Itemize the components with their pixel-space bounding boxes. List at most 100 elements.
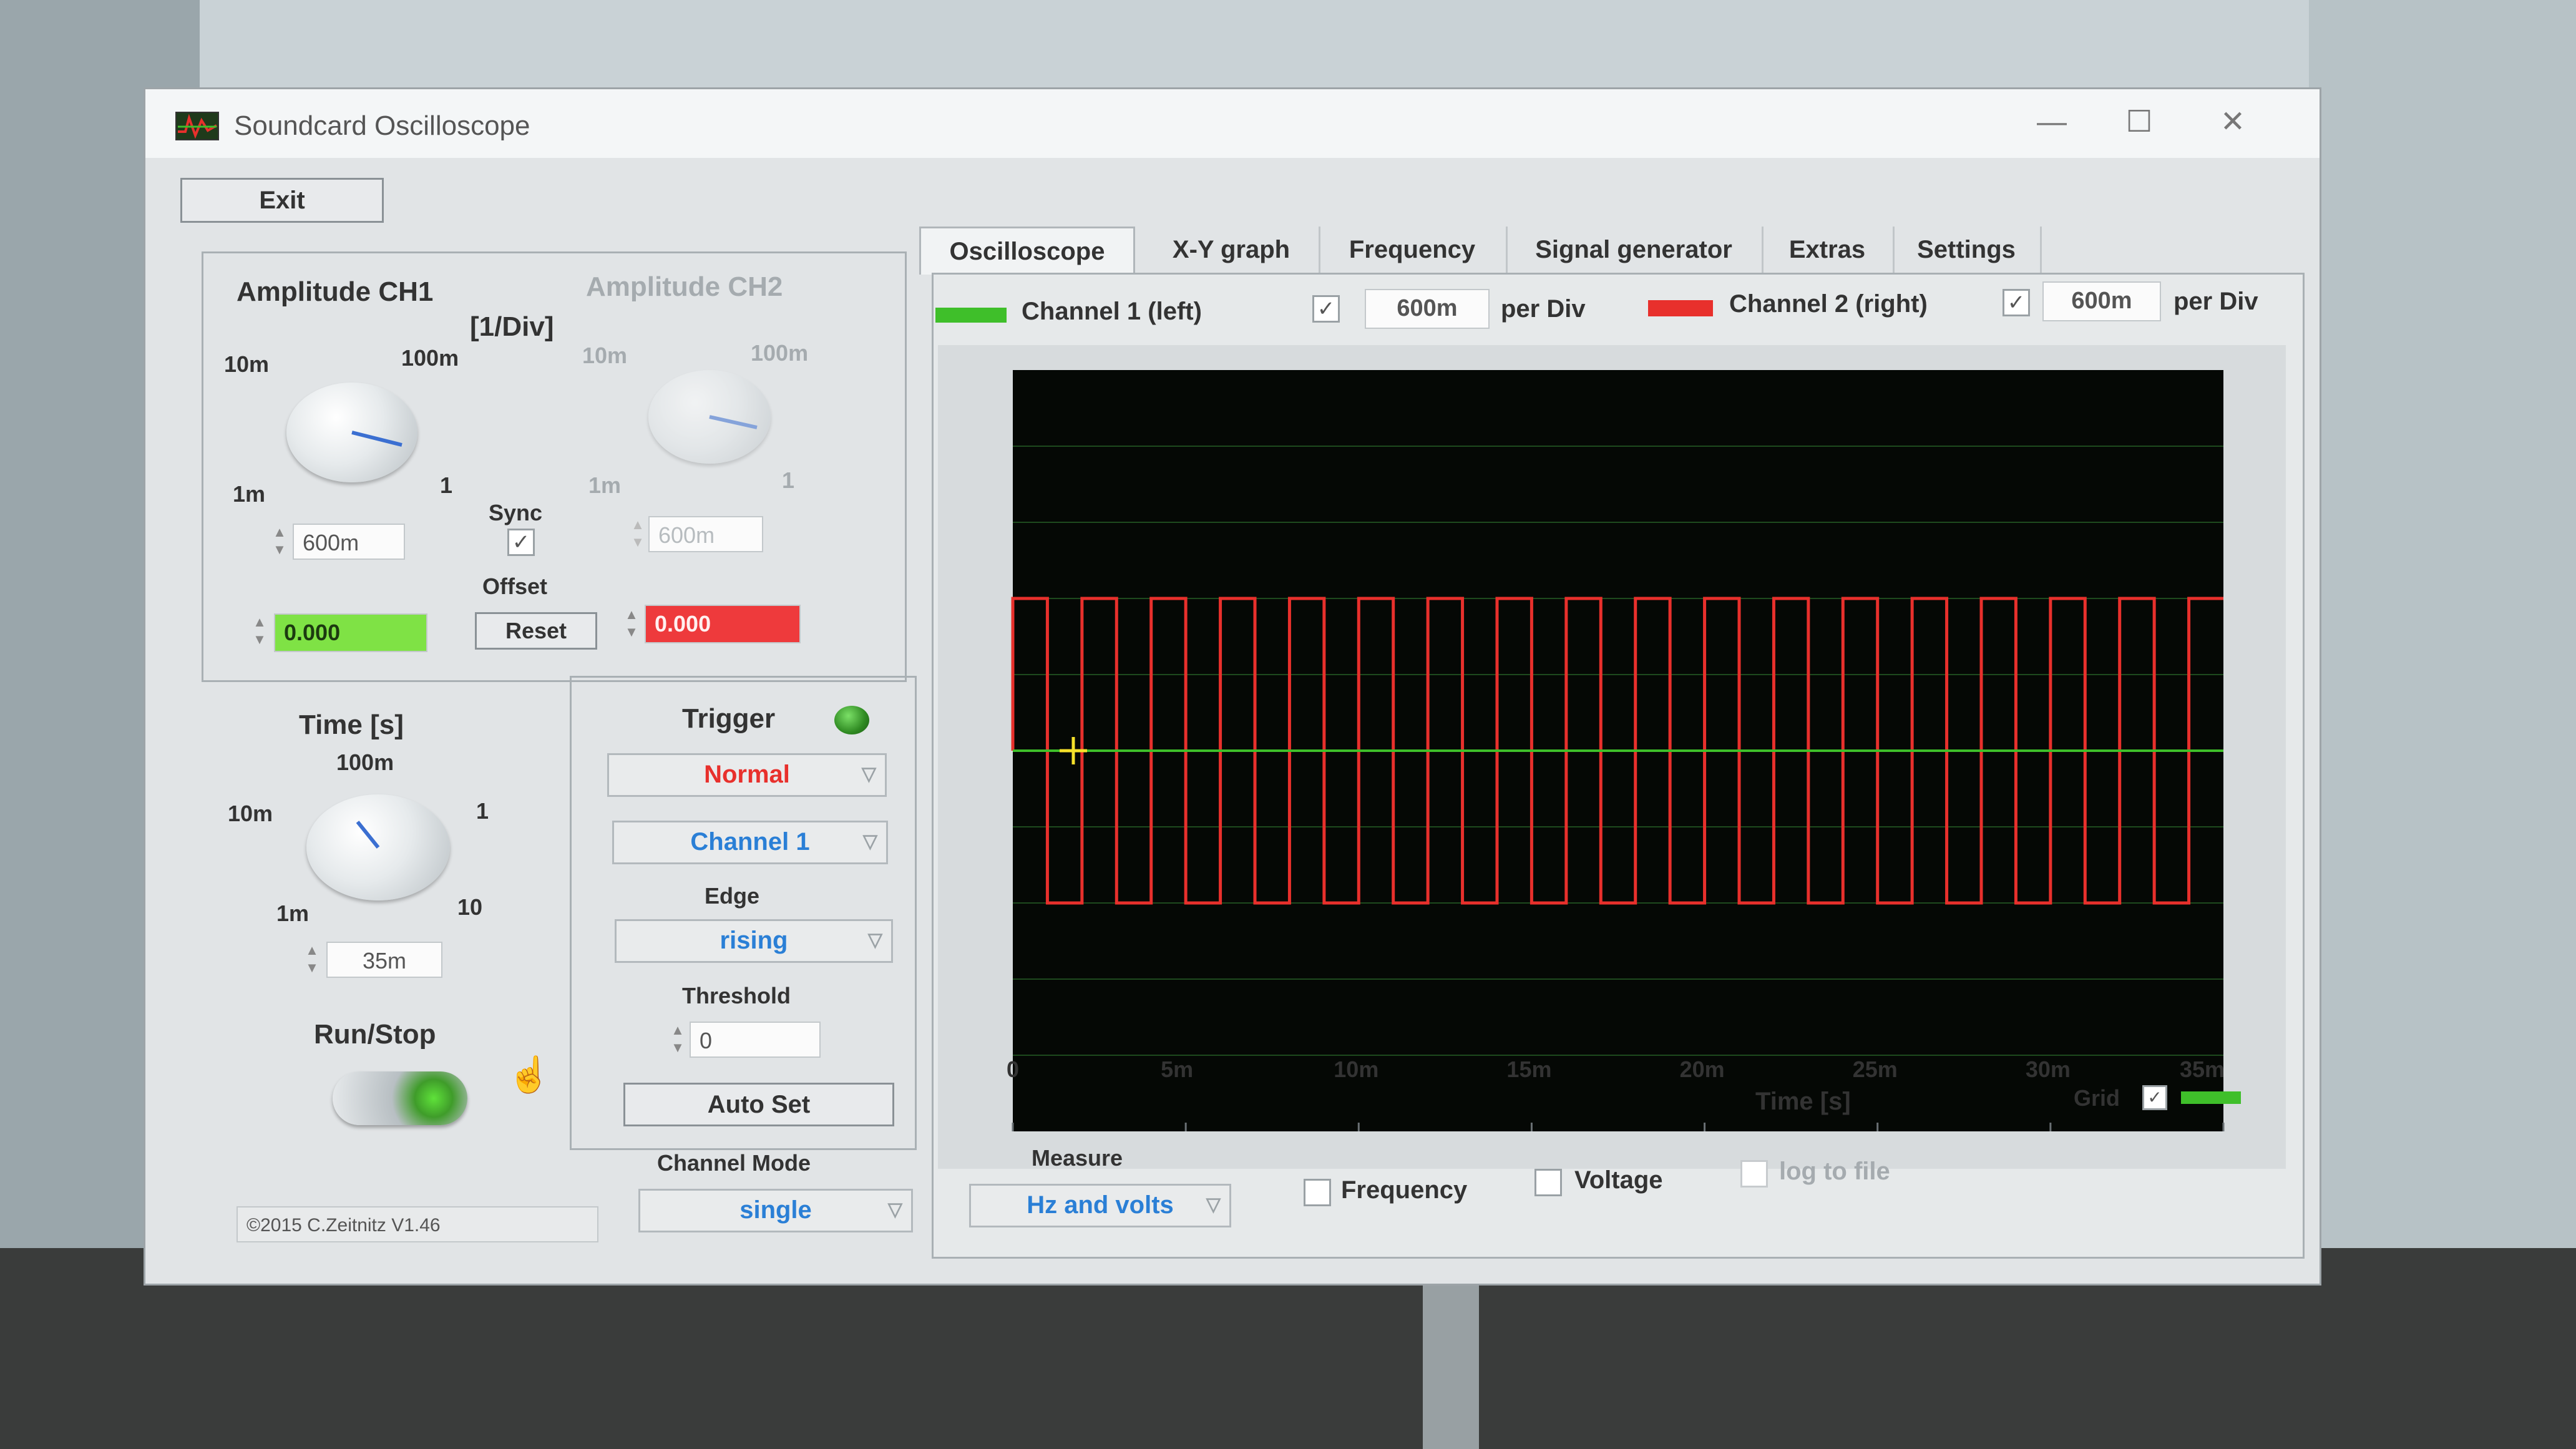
measure-mode-dropdown[interactable]: Hz and volts ▽ bbox=[969, 1184, 1231, 1227]
minimize-button[interactable]: — bbox=[2017, 100, 2086, 144]
time-knob[interactable] bbox=[306, 794, 450, 900]
threshold-label: Threshold bbox=[682, 983, 791, 1008]
time-tick-1: 1 bbox=[476, 798, 489, 824]
runstop-label: Run/Stop bbox=[314, 1019, 436, 1050]
ch2-offset-field[interactable]: 0.000 bbox=[645, 605, 801, 643]
trigger-panel bbox=[570, 676, 917, 1150]
ch2-tick-1m: 1m bbox=[588, 472, 622, 498]
grid-color-swatch[interactable] bbox=[2181, 1091, 2241, 1104]
tab-extras[interactable]: Extras bbox=[1762, 227, 1895, 273]
run-stop-button[interactable] bbox=[333, 1071, 467, 1125]
log-to-file-checkbox[interactable] bbox=[1740, 1160, 1768, 1188]
trigger-title: Trigger bbox=[682, 703, 776, 734]
ch1-amplitude-spinner[interactable]: ▲ ▼ bbox=[271, 524, 288, 560]
ch1-tick-1: 1 bbox=[440, 472, 453, 498]
offset-reset-button[interactable]: Reset bbox=[475, 612, 597, 650]
ch1-label: Channel 1 (left) bbox=[1022, 298, 1202, 325]
time-spinner[interactable]: ▲ ▼ bbox=[304, 942, 320, 978]
ch2-tick-10m: 10m bbox=[582, 343, 628, 368]
tab-signal-generator[interactable]: Signal generator bbox=[1506, 227, 1764, 273]
ch1-color-swatch bbox=[935, 308, 1007, 323]
measure-label: Measure bbox=[1032, 1145, 1123, 1171]
window-title: Soundcard Oscilloscope bbox=[234, 110, 530, 141]
threshold-spinner[interactable]: ▲ ▼ bbox=[670, 1022, 686, 1058]
auto-set-button[interactable]: Auto Set bbox=[623, 1083, 894, 1126]
chevron-down-icon: ▽ bbox=[1206, 1194, 1221, 1215]
x-tick-label: 0 bbox=[1007, 1056, 1020, 1082]
time-title: Time [s] bbox=[299, 710, 404, 740]
ch1-amplitude-field[interactable]: 600m bbox=[293, 524, 405, 560]
tab-settings[interactable]: Settings bbox=[1893, 227, 2042, 273]
ch1-tick-10m: 10m bbox=[224, 351, 270, 377]
trigger-edge-dropdown[interactable]: rising ▽ bbox=[615, 919, 893, 963]
x-tick-label: 35m bbox=[2180, 1056, 2225, 1082]
chevron-down-icon: ▽ bbox=[867, 930, 882, 950]
tab-oscilloscope[interactable]: Oscilloscope bbox=[919, 227, 1135, 275]
ch2-amplitude-spinner[interactable]: ▲ ▼ bbox=[630, 516, 646, 552]
measure-voltage-label: Voltage bbox=[1574, 1166, 1663, 1194]
ch2-amplitude-field[interactable]: 600m bbox=[648, 516, 763, 552]
oscilloscope-plot[interactable] bbox=[1000, 358, 2236, 1144]
trigger-edge-value: rising bbox=[720, 927, 788, 954]
x-axis-title: Time [s] bbox=[1755, 1088, 1851, 1115]
ch2-label: Channel 2 (right) bbox=[1729, 290, 1928, 318]
amplitude-ch2-title: Amplitude CH2 bbox=[586, 271, 783, 302]
ch2-tick-1: 1 bbox=[782, 467, 795, 493]
trigger-mode-dropdown[interactable]: Normal ▽ bbox=[607, 753, 887, 797]
ch1-per-div-field[interactable]: 600m bbox=[1365, 289, 1490, 329]
copyright-label: ©2015 C.Zeitnitz V1.46 bbox=[237, 1206, 598, 1242]
grid-checkbox[interactable]: ✓ bbox=[2142, 1085, 2167, 1110]
log-to-file-label: log to file bbox=[1779, 1158, 1890, 1185]
mouse-cursor-icon: ☝ bbox=[507, 1055, 551, 1094]
x-tick-label: 30m bbox=[2025, 1056, 2071, 1082]
ch2-color-swatch bbox=[1648, 300, 1713, 316]
ch1-offset-spinner[interactable]: ▲ ▼ bbox=[251, 613, 268, 650]
measure-frequency-label: Frequency bbox=[1341, 1176, 1468, 1204]
exit-button[interactable]: Exit bbox=[180, 178, 384, 223]
time-field[interactable]: 35m bbox=[326, 942, 442, 978]
ch2-offset-spinner[interactable]: ▲ ▼ bbox=[623, 606, 640, 642]
tab-frequency[interactable]: Frequency bbox=[1319, 227, 1508, 273]
offset-label: Offset bbox=[482, 573, 548, 599]
measure-mode-value: Hz and volts bbox=[1027, 1191, 1174, 1219]
amplitude-ch1-title: Amplitude CH1 bbox=[237, 276, 434, 307]
ch1-enable-checkbox[interactable]: ✓ bbox=[1312, 295, 1340, 323]
threshold-field[interactable]: 0 bbox=[690, 1022, 821, 1058]
x-tick-label: 5m bbox=[1161, 1056, 1194, 1082]
channel-mode-dropdown[interactable]: single ▽ bbox=[638, 1189, 913, 1232]
measure-voltage-checkbox[interactable] bbox=[1534, 1169, 1562, 1196]
ch2-per-div-label: per Div bbox=[2174, 288, 2258, 315]
chevron-down-icon: ▽ bbox=[862, 831, 877, 852]
ch2-tick-100m: 100m bbox=[751, 340, 809, 366]
ch1-tick-1m: 1m bbox=[233, 481, 266, 507]
close-button[interactable]: ✕ bbox=[2198, 100, 2267, 144]
app-icon bbox=[175, 112, 219, 140]
channel-mode-value: single bbox=[739, 1196, 812, 1224]
x-tick-label: 25m bbox=[1852, 1056, 1898, 1082]
time-tick-100m: 100m bbox=[336, 749, 394, 775]
ch1-offset-field[interactable]: 0.000 bbox=[274, 613, 427, 652]
time-tick-1m: 1m bbox=[276, 900, 310, 926]
ch1-tick-100m: 100m bbox=[401, 345, 459, 371]
trigger-channel-dropdown[interactable]: Channel 1 ▽ bbox=[612, 821, 888, 864]
tab-xy-graph[interactable]: X-Y graph bbox=[1144, 227, 1320, 273]
amplitude-ch2-knob[interactable] bbox=[648, 370, 771, 464]
x-tick-label: 15m bbox=[1506, 1056, 1552, 1082]
channel-mode-label: Channel Mode bbox=[657, 1150, 811, 1176]
amplitude-ch1-knob[interactable] bbox=[286, 383, 417, 482]
trigger-channel-value: Channel 1 bbox=[690, 828, 810, 856]
sync-label: Sync bbox=[489, 500, 543, 525]
edge-label: Edge bbox=[705, 883, 760, 909]
sync-checkbox[interactable]: ✓ bbox=[507, 529, 535, 556]
background-right bbox=[2309, 0, 2576, 1449]
x-tick-label: 20m bbox=[1679, 1056, 1725, 1082]
ch1-per-div-label: per Div bbox=[1501, 295, 1586, 323]
chevron-down-icon: ▽ bbox=[887, 1199, 902, 1220]
ch2-per-div-field[interactable]: 600m bbox=[2042, 281, 2161, 321]
trigger-led-indicator bbox=[834, 706, 869, 734]
ch2-enable-checkbox[interactable]: ✓ bbox=[2003, 289, 2030, 316]
maximize-button[interactable]: ☐ bbox=[2105, 100, 2174, 144]
x-tick-label: 10m bbox=[1334, 1056, 1379, 1082]
amplitude-unit: [1/Div] bbox=[470, 311, 554, 342]
measure-frequency-checkbox[interactable] bbox=[1304, 1179, 1331, 1206]
